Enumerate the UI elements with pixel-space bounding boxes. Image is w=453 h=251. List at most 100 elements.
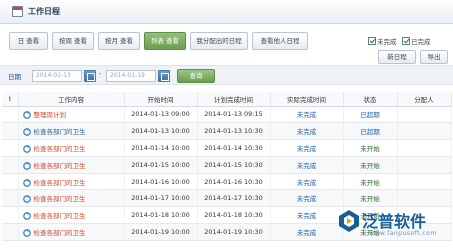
assigner-cell — [397, 122, 452, 141]
content-cell[interactable]: 检查各部门的卫生 — [18, 122, 125, 141]
start-column-header: 开始时间 — [124, 92, 198, 107]
finished-checkbox[interactable]: 已完成 — [402, 37, 431, 47]
content-cell[interactable]: 检查各部门的卫生 — [18, 189, 125, 208]
start-time-cell: 2014-01-19 10:00 — [124, 223, 198, 241]
plan-end-cell: 2014-01-18 10:30 — [197, 206, 271, 225]
priority-cell — [2, 189, 19, 208]
end-calendar-icon[interactable] — [158, 70, 170, 82]
actual-end-cell: 未完成 — [270, 139, 344, 157]
recycle-icon — [22, 195, 31, 204]
checkbox-checked-icon — [368, 37, 376, 45]
date-range-dash: - — [99, 70, 102, 78]
plan-end-cell: 2014-01-19 10:30 — [197, 223, 271, 241]
task-title[interactable]: 检查各部门的卫生 — [34, 195, 86, 203]
view-tabs: 日 查看 按周 查看 按月 查看 列表 查看 我分配出的日程 查看他人日程 — [0, 32, 320, 50]
status-cell: 未开始 — [343, 173, 398, 191]
task-title[interactable]: 检查各部门的卫生 — [34, 229, 86, 237]
recycle-icon — [22, 161, 31, 170]
status-cell: 未开始 — [343, 139, 398, 157]
assigner-column-header: 分配人 — [397, 92, 452, 107]
task-title[interactable]: 检查各部门的卫生 — [34, 145, 86, 153]
tab-assigned-by-me[interactable]: 我分配出的日程 — [190, 32, 248, 50]
priority-cell — [2, 223, 19, 241]
start-time-cell: 2014-01-17 10:00 — [124, 189, 198, 208]
brand-url: www.fanpusoft.com — [369, 230, 437, 237]
recycle-icon — [22, 111, 31, 120]
query-button[interactable]: 查询 — [177, 69, 215, 83]
content-column-header: 工作内容 — [18, 92, 125, 107]
priority-cell — [2, 173, 19, 191]
start-time-cell: 2014-01-18 10:00 — [124, 206, 198, 225]
tab-day-view[interactable]: 日 查看 — [9, 32, 48, 50]
tab-month-view[interactable]: 按月 查看 — [98, 32, 140, 50]
export-button[interactable]: 导出 — [420, 50, 448, 64]
status-cell: 已超期 — [343, 122, 398, 141]
plan-end-cell: 2014-01-13 10:30 — [197, 122, 271, 141]
brand-logo-icon — [339, 210, 359, 232]
actual-end-cell: 未完成 — [270, 206, 344, 225]
title-bar: 工作日程 — [0, 0, 453, 24]
content-cell[interactable]: 检查各部门的卫生 — [18, 139, 125, 157]
actual-end-cell: 未完成 — [270, 189, 344, 208]
checkbox-checked-icon — [402, 37, 410, 45]
actual-end-cell: 未完成 — [270, 106, 344, 124]
start-time-cell: 2014-01-14 10:00 — [124, 139, 198, 157]
table-row[interactable]: 检查各部门的卫生 2014-01-14 10:00 2014-01-14 10:30… — [2, 139, 452, 157]
page-title: 工作日程 — [28, 7, 60, 16]
table-row[interactable]: 整理周计划 2014-01-13 09:00 2014-01-13 09:15 未完成… — [2, 106, 452, 124]
actual-end-cell: 未完成 — [270, 173, 344, 191]
task-title[interactable]: 检查各部门的卫生 — [34, 179, 86, 187]
priority-cell — [2, 156, 19, 174]
content-cell[interactable]: 检查各部门的卫生 — [18, 173, 125, 191]
date-filter-bar: 日期 2014-01-13 - 2014-01-19 查询 — [0, 65, 453, 85]
plan-end-cell: 2014-01-13 09:15 — [197, 106, 271, 124]
assigner-cell — [397, 156, 452, 174]
task-title[interactable]: 检查各部门的卫生 — [34, 162, 86, 170]
end-date-input[interactable]: 2014-01-19 — [106, 70, 156, 82]
task-title[interactable]: 检查各部门的卫生 — [34, 212, 86, 220]
status-cell: 未开始 — [343, 156, 398, 174]
recycle-icon — [22, 212, 31, 221]
unfinished-label: 未完成 — [377, 38, 397, 46]
priority-cell — [2, 122, 19, 141]
table-row[interactable]: 检查各部门的卫生 2014-01-17 10:00 2014-01-17 10:30… — [2, 189, 452, 208]
task-title[interactable]: 整理周计划 — [34, 111, 67, 119]
content-cell[interactable]: 检查各部门的卫生 — [18, 206, 125, 225]
assigner-cell — [397, 139, 452, 157]
start-time-cell: 2014-01-15 10:00 — [124, 156, 198, 174]
plan-end-cell: 2014-01-14 10:30 — [197, 139, 271, 157]
tab-list-view[interactable]: 列表 查看 — [144, 32, 186, 50]
tab-week-view[interactable]: 按周 查看 — [52, 32, 94, 50]
actual-end-cell: 未完成 — [270, 223, 344, 241]
plan-end-cell: 2014-01-15 10:30 — [197, 156, 271, 174]
new-schedule-button[interactable]: 新日程 — [378, 50, 416, 64]
status-cell: 已超期 — [343, 106, 398, 124]
assigner-cell — [397, 173, 452, 191]
assigner-cell — [397, 106, 452, 124]
unfinished-checkbox[interactable]: 未完成 — [368, 37, 397, 47]
actual-end-column-header: 实际完成时间 — [270, 92, 344, 107]
actual-end-cell: 未完成 — [270, 122, 344, 141]
tab-others-schedule[interactable]: 查看他人日程 — [252, 32, 308, 50]
content-cell[interactable]: 检查各部门的卫生 — [18, 156, 125, 174]
actual-end-cell: 未完成 — [270, 156, 344, 174]
brand-name: 泛普软件 — [362, 212, 427, 231]
table-header-row: ! 工作内容 开始时间 计划完成时间 实际完成时间 状态 分配人 — [2, 92, 452, 107]
start-calendar-icon[interactable] — [84, 70, 96, 82]
priority-cell — [2, 139, 19, 157]
recycle-icon — [22, 145, 31, 153]
date-label: 日期 — [8, 73, 21, 81]
content-cell[interactable]: 检查各部门的卫生 — [18, 223, 125, 241]
brand-watermark: 泛普软件 www.fanpusoft.com — [336, 208, 448, 246]
content-cell[interactable]: 整理周计划 — [18, 106, 125, 124]
table-row[interactable]: 检查各部门的卫生 2014-01-15 10:00 2014-01-15 10:30… — [2, 156, 452, 174]
start-date-input[interactable]: 2014-01-13 — [32, 70, 82, 82]
status-column-header: 状态 — [343, 92, 398, 107]
start-time-cell: 2014-01-16 10:00 — [124, 173, 198, 191]
task-title[interactable]: 检查各部门的卫生 — [34, 128, 86, 136]
priority-cell — [2, 106, 19, 124]
table-row[interactable]: 检查各部门的卫生 2014-01-16 10:00 2014-01-16 10:30… — [2, 173, 452, 191]
priority-cell — [2, 206, 19, 225]
table-row[interactable]: 检查各部门的卫生 2014-01-13 10:00 2014-01-13 10:30… — [2, 122, 452, 141]
priority-column-header: ! — [2, 92, 19, 107]
